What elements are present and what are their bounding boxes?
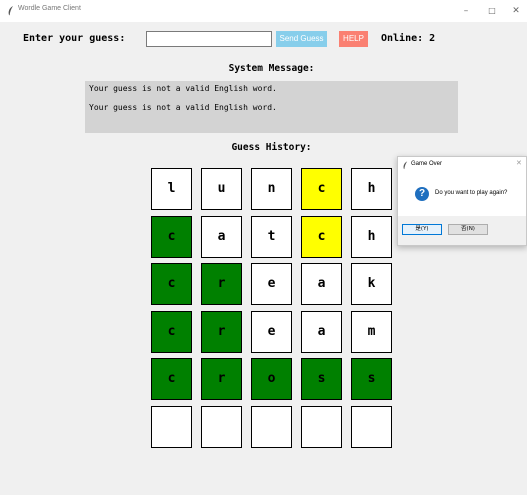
feather-icon bbox=[8, 6, 13, 16]
tile: t bbox=[251, 216, 292, 258]
window-title: Wordle Game Client bbox=[18, 5, 81, 12]
dialog-title: Game Over bbox=[411, 161, 443, 167]
tile: c bbox=[151, 216, 192, 258]
tile: c bbox=[151, 311, 192, 353]
tile: u bbox=[201, 168, 242, 210]
system-message-line: Your guess is not a valid English word. bbox=[89, 103, 277, 112]
tile bbox=[301, 406, 342, 448]
tile: c bbox=[151, 263, 192, 305]
tile: e bbox=[251, 263, 292, 305]
maximize-button[interactable]: □ bbox=[481, 2, 503, 20]
no-button[interactable]: 否(N) bbox=[448, 224, 488, 235]
guess-history-title: Guess History: bbox=[231, 142, 312, 153]
system-message-line: Your guess is not a valid English word. bbox=[89, 84, 277, 93]
tile: s bbox=[351, 358, 392, 400]
tile: h bbox=[351, 216, 392, 258]
dialog-message: Do you want to play again? bbox=[435, 190, 508, 196]
tile: m bbox=[351, 311, 392, 353]
window-titlebar: Wordle Game Client – □ ✕ bbox=[0, 0, 527, 22]
dialog-titlebar: Game Over ✕ bbox=[398, 157, 526, 174]
tile bbox=[251, 406, 292, 448]
tile: r bbox=[201, 311, 242, 353]
tile: h bbox=[351, 168, 392, 210]
tile: a bbox=[301, 311, 342, 353]
tile: c bbox=[151, 358, 192, 400]
help-button[interactable]: HELP bbox=[339, 31, 368, 47]
guess-label: Enter your guess: bbox=[23, 33, 126, 44]
game-over-dialog: Game Over ✕ ? Do you want to play again?… bbox=[397, 156, 527, 246]
tile: o bbox=[251, 358, 292, 400]
tile: r bbox=[201, 358, 242, 400]
tile: k bbox=[351, 263, 392, 305]
tile: n bbox=[251, 168, 292, 210]
send-guess-button[interactable]: Send Guess bbox=[276, 31, 327, 47]
tile: c bbox=[301, 168, 342, 210]
tile bbox=[351, 406, 392, 448]
tile bbox=[151, 406, 192, 448]
close-button[interactable]: ✕ bbox=[505, 2, 527, 20]
tile: s bbox=[301, 358, 342, 400]
system-message-title: System Message: bbox=[228, 63, 315, 74]
question-icon: ? bbox=[415, 187, 429, 201]
dialog-close-button[interactable]: ✕ bbox=[516, 159, 522, 167]
yes-button[interactable]: 是(Y) bbox=[402, 224, 442, 235]
tile: a bbox=[201, 216, 242, 258]
tile: a bbox=[301, 263, 342, 305]
feather-icon bbox=[403, 161, 408, 170]
guess-input[interactable] bbox=[146, 31, 272, 47]
tile: r bbox=[201, 263, 242, 305]
system-message-box[interactable]: Your guess is not a valid English word. … bbox=[85, 81, 458, 133]
online-count: Online: 2 bbox=[381, 33, 436, 44]
tile: l bbox=[151, 168, 192, 210]
guess-history-board: lunchcatchcreakcreamcross bbox=[151, 168, 392, 449]
minimize-button[interactable]: – bbox=[455, 2, 477, 20]
tile bbox=[201, 406, 242, 448]
tile: c bbox=[301, 216, 342, 258]
tile: e bbox=[251, 311, 292, 353]
